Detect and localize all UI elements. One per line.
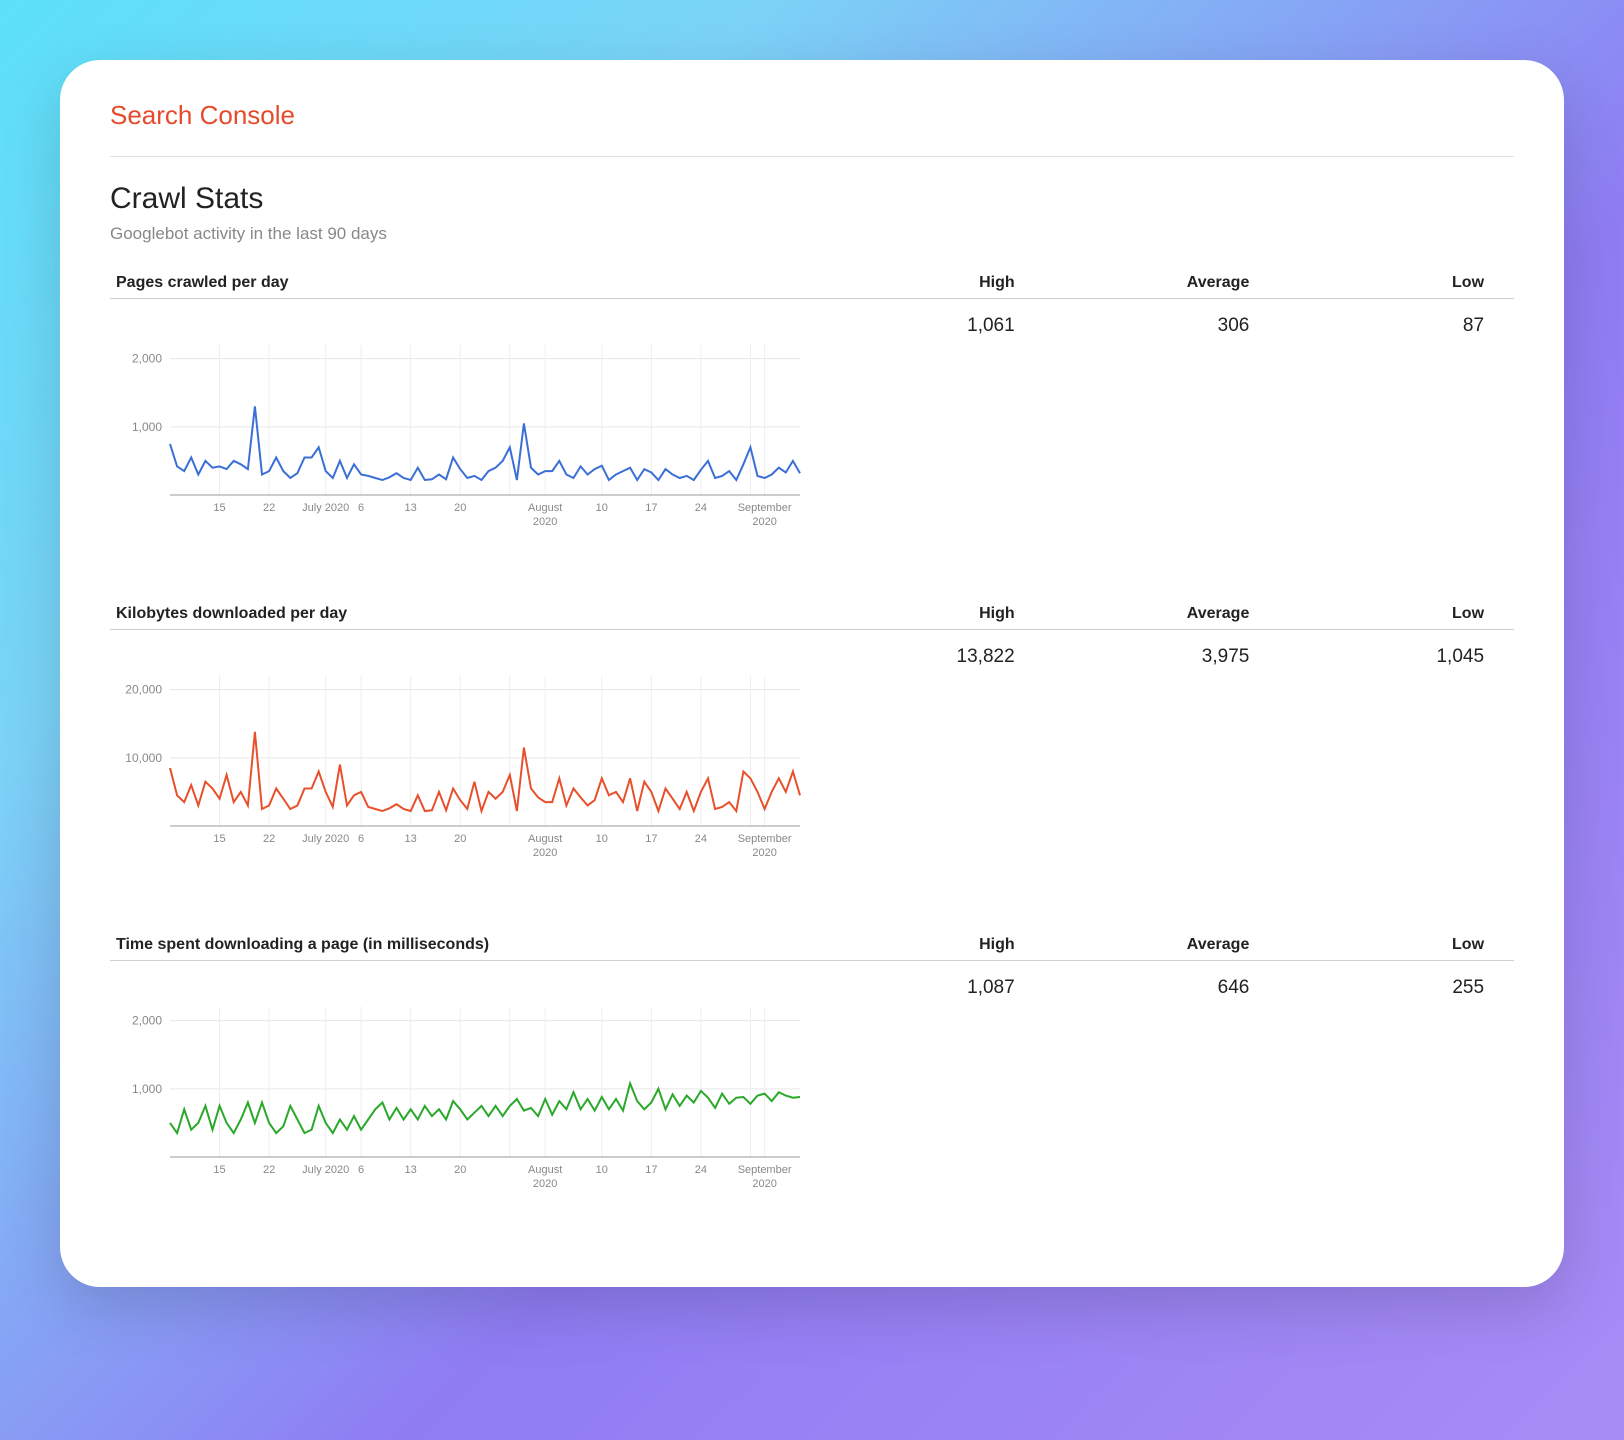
svg-text:22: 22 [263,502,275,514]
svg-text:1,000: 1,000 [132,420,162,434]
svg-text:13: 13 [405,833,417,845]
section-header-row: Pages crawled per day High Average Low [110,274,1514,299]
stat-header-average: Average [1045,605,1280,623]
stat-value-average: 3,975 [1045,636,1280,866]
chart-container: 1,000 2,000 15 22 July 2020 6 13 20 August 2020 1… [110,335,810,535]
svg-text:2020: 2020 [752,1178,776,1190]
stat-header-average: Average [1045,936,1280,954]
svg-text:2020: 2020 [752,516,776,528]
chart-svg: 10,000 20,000 15 22 July 2020 6 13 20 August 202… [110,666,810,866]
svg-text:2020: 2020 [533,516,557,528]
stat-value-average: 646 [1045,967,1280,1197]
stat-header-low: Low [1279,274,1514,292]
svg-text:20: 20 [454,502,466,514]
svg-text:15: 15 [213,1164,225,1176]
svg-text:August: August [528,502,562,514]
svg-text:September: September [738,502,792,514]
stats-section: Kilobytes downloaded per day High Averag… [110,605,1514,866]
svg-text:September: September [738,833,792,845]
section-header-row: Kilobytes downloaded per day High Averag… [110,605,1514,630]
stat-header-high: High [810,274,1045,292]
chart-line [170,406,800,480]
svg-text:24: 24 [695,502,707,514]
dashboard-card: Search Console Crawl Stats Googlebot act… [60,60,1564,1287]
svg-text:6: 6 [358,1164,364,1176]
svg-text:6: 6 [358,502,364,514]
svg-text:10: 10 [596,833,608,845]
svg-text:2020: 2020 [533,847,557,859]
svg-text:July 2020: July 2020 [302,833,349,845]
chart-svg: 1,000 2,000 15 22 July 2020 6 13 20 August 2020 1… [110,997,810,1197]
svg-text:22: 22 [263,833,275,845]
stat-header-low: Low [1279,936,1514,954]
stat-value-low: 1,045 [1279,636,1514,866]
svg-text:2,000: 2,000 [132,352,162,366]
chart-container: 10,000 20,000 15 22 July 2020 6 13 20 August 202… [110,666,810,866]
svg-text:10: 10 [596,1164,608,1176]
svg-text:17: 17 [645,1164,657,1176]
stat-value-high: 1,087 [810,967,1045,1197]
stat-value-low: 87 [1279,305,1514,535]
stat-header-average: Average [1045,274,1280,292]
svg-text:July 2020: July 2020 [302,502,349,514]
svg-text:10,000: 10,000 [125,751,162,765]
stat-value-high: 1,061 [810,305,1045,535]
svg-text:September: September [738,1164,792,1176]
svg-text:17: 17 [645,502,657,514]
svg-text:August: August [528,1164,562,1176]
svg-text:2020: 2020 [533,1178,557,1190]
stat-header-high: High [810,936,1045,954]
page-subtitle: Googlebot activity in the last 90 days [110,224,1514,244]
section-values-row: 1,000 2,000 15 22 July 2020 6 13 20 August 2020 1… [110,305,1514,535]
page-title: Crawl Stats [110,182,1514,216]
section-title: Pages crawled per day [110,274,810,292]
svg-text:22: 22 [263,1164,275,1176]
section-title: Time spent downloading a page (in millis… [110,936,810,954]
svg-text:13: 13 [405,502,417,514]
svg-text:July 2020: July 2020 [302,1164,349,1176]
section-title: Kilobytes downloaded per day [110,605,810,623]
svg-text:17: 17 [645,833,657,845]
section-values-row: 10,000 20,000 15 22 July 2020 6 13 20 August 202… [110,636,1514,866]
brand-title: Search Console [110,100,1514,157]
stats-section: Pages crawled per day High Average Low 1… [110,274,1514,535]
svg-text:6: 6 [358,833,364,845]
chart-line [170,732,800,811]
stat-value-average: 306 [1045,305,1280,535]
svg-text:10: 10 [596,502,608,514]
svg-text:15: 15 [213,502,225,514]
svg-text:15: 15 [213,833,225,845]
svg-text:1,000: 1,000 [132,1082,162,1096]
section-header-row: Time spent downloading a page (in millis… [110,936,1514,961]
svg-text:August: August [528,833,562,845]
svg-text:24: 24 [695,833,707,845]
svg-text:2,000: 2,000 [132,1014,162,1028]
stat-value-low: 255 [1279,967,1514,1197]
stats-section: Time spent downloading a page (in millis… [110,936,1514,1197]
svg-text:13: 13 [405,1164,417,1176]
chart-line [170,1083,800,1133]
stat-header-low: Low [1279,605,1514,623]
stat-value-high: 13,822 [810,636,1045,866]
section-values-row: 1,000 2,000 15 22 July 2020 6 13 20 August 2020 1… [110,967,1514,1197]
svg-text:2020: 2020 [752,847,776,859]
stat-header-high: High [810,605,1045,623]
chart-container: 1,000 2,000 15 22 July 2020 6 13 20 August 2020 1… [110,997,810,1197]
svg-text:20,000: 20,000 [125,683,162,697]
svg-text:20: 20 [454,1164,466,1176]
chart-svg: 1,000 2,000 15 22 July 2020 6 13 20 August 2020 1… [110,335,810,535]
svg-text:24: 24 [695,1164,707,1176]
svg-text:20: 20 [454,833,466,845]
